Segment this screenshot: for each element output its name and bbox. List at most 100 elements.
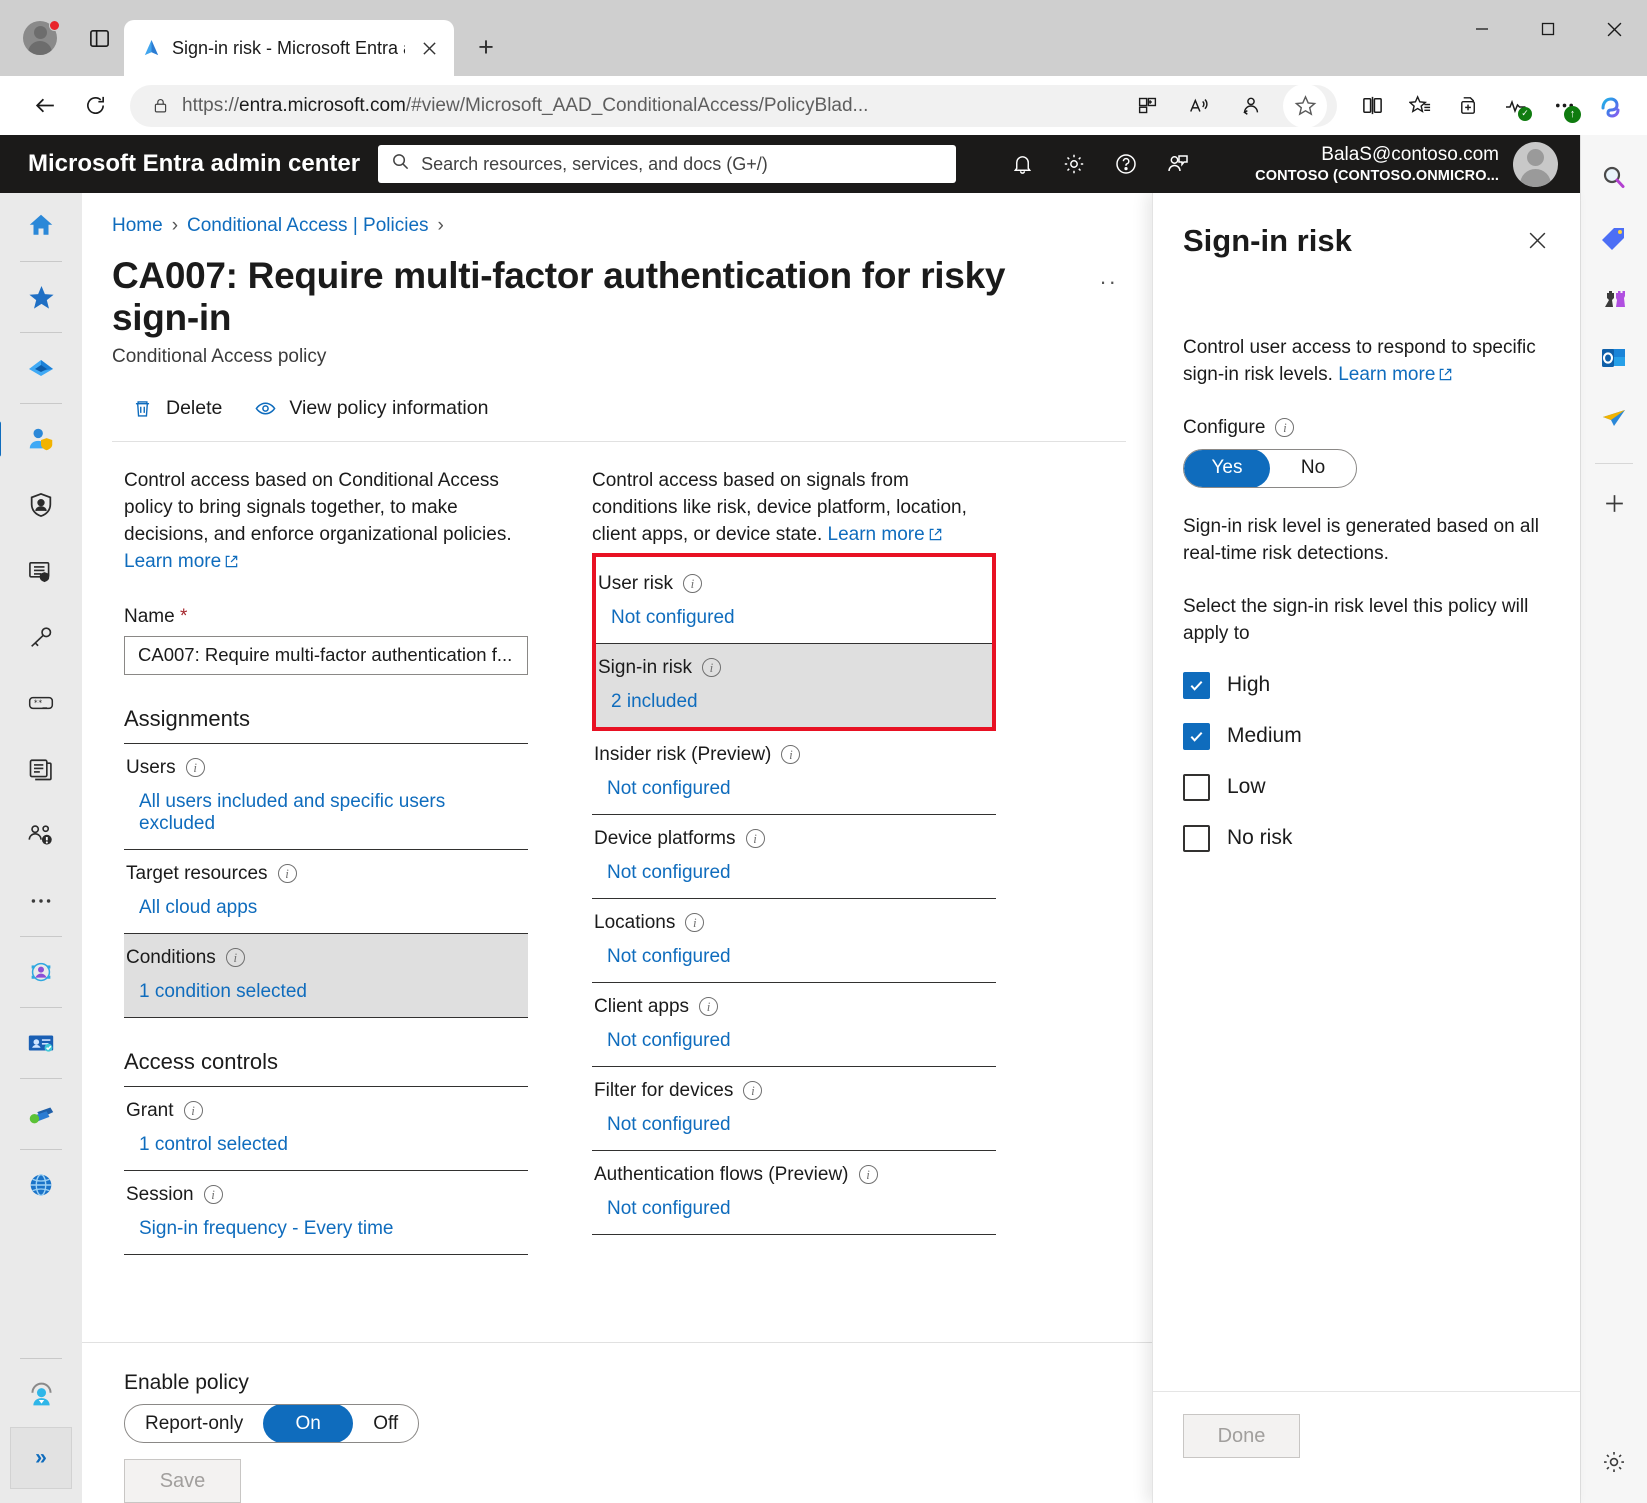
info-icon[interactable]: i	[683, 574, 702, 593]
split-window-icon[interactable]	[1349, 83, 1395, 129]
search-icon[interactable]	[1591, 155, 1637, 201]
locations-value[interactable]: Not configured	[607, 946, 994, 968]
info-icon[interactable]: i	[278, 864, 297, 883]
info-icon[interactable]: i	[1275, 418, 1294, 437]
profile-button[interactable]	[14, 12, 66, 64]
enable-policy-option-off[interactable]: Off	[353, 1404, 418, 1443]
info-icon[interactable]: i	[184, 1101, 203, 1120]
sidebar-item-favorites[interactable]	[14, 270, 68, 324]
profile-sync-icon[interactable]	[1231, 86, 1271, 126]
risk-level-option-no-risk[interactable]: No risk	[1183, 825, 1550, 852]
sidebar-item-identity[interactable]	[14, 412, 68, 466]
feedback-icon[interactable]	[1156, 142, 1200, 186]
authentication-flows-value[interactable]: Not configured	[607, 1198, 994, 1220]
learn-more-link[interactable]: Learn more	[1338, 364, 1435, 385]
save-button[interactable]: Save	[124, 1459, 241, 1503]
risk-level-option-medium[interactable]: Medium	[1183, 723, 1550, 750]
info-icon[interactable]: i	[186, 758, 205, 777]
client-apps-value[interactable]: Not configured	[607, 1030, 994, 1052]
sidebar-item-monitoring[interactable]	[14, 808, 68, 862]
delete-command[interactable]: Delete	[129, 395, 222, 421]
browser-tab[interactable]: Sign-in risk - Microsoft Entra adm	[124, 20, 454, 76]
sidebar-item-protection[interactable]	[14, 478, 68, 532]
help-question-icon[interactable]	[1104, 142, 1148, 186]
configure-toggle[interactable]: Yes No	[1183, 449, 1357, 488]
sidebar-item-learn-support[interactable]	[14, 1367, 68, 1421]
sidebar-settings-icon[interactable]	[1591, 1439, 1637, 1485]
info-icon[interactable]: i	[702, 658, 721, 677]
info-icon[interactable]: i	[743, 1081, 762, 1100]
condition-row-insider-risk[interactable]: Insider risk (Preview) i Not configured	[592, 731, 996, 814]
games-icon[interactable]	[1591, 275, 1637, 321]
breadcrumb-item-conditional-access[interactable]: Conditional Access | Policies	[187, 215, 429, 237]
settings-gear-icon[interactable]	[1052, 142, 1096, 186]
configure-option-no[interactable]: No	[1270, 449, 1356, 488]
sidebar-item-home[interactable]	[14, 199, 68, 253]
address-bar[interactable]: https://entra.microsoft.com/#view/Micros…	[130, 85, 1337, 127]
session-value[interactable]: Sign-in frequency - Every time	[139, 1218, 526, 1240]
access-control-row-session[interactable]: Session i Sign-in frequency - Every time	[124, 1171, 528, 1254]
back-icon[interactable]	[22, 83, 68, 129]
condition-row-device-platforms[interactable]: Device platforms i Not configured	[592, 815, 996, 898]
info-icon[interactable]: i	[781, 745, 800, 764]
learn-more-link[interactable]: Learn more	[828, 524, 925, 545]
new-tab-button[interactable]: +	[464, 25, 508, 69]
sidebar-item-global-secure-access[interactable]	[14, 1158, 68, 1212]
global-search-box[interactable]: Search resources, services, and docs (G+…	[378, 145, 956, 183]
favorite-star-icon[interactable]	[1283, 84, 1327, 128]
assignment-row-conditions[interactable]: Conditions i 1 condition selected	[124, 934, 528, 1017]
target-resources-value[interactable]: All cloud apps	[139, 897, 526, 919]
copilot-icon[interactable]	[1589, 83, 1635, 129]
policy-name-input[interactable]: CA007: Require multi-factor authenticati…	[124, 636, 528, 675]
info-icon[interactable]: i	[226, 948, 245, 967]
close-icon[interactable]	[1520, 223, 1554, 257]
sidebar-item-permissions[interactable]	[14, 610, 68, 664]
sidebar-item-show-more[interactable]	[14, 874, 68, 928]
sidebar-item-reports[interactable]	[14, 742, 68, 796]
condition-row-client-apps[interactable]: Client apps i Not configured	[592, 983, 996, 1066]
enable-policy-option-on[interactable]: On	[263, 1404, 353, 1443]
condition-row-filter-for-devices[interactable]: Filter for devices i Not configured	[592, 1067, 996, 1150]
sidebar-item-entra-id[interactable]	[14, 341, 68, 395]
risk-level-option-low[interactable]: Low	[1183, 774, 1550, 801]
insider-risk-value[interactable]: Not configured	[607, 778, 994, 800]
user-risk-value[interactable]: Not configured	[611, 607, 990, 629]
learn-more-link[interactable]: Learn more	[124, 551, 221, 572]
blade-more-icon[interactable]: ··	[1099, 255, 1126, 295]
device-platforms-value[interactable]: Not configured	[607, 862, 994, 884]
sidebar-item-passwords[interactable]: **_	[14, 676, 68, 730]
condition-row-user-risk[interactable]: User risk i Not configured	[596, 557, 992, 643]
favorites-list-icon[interactable]	[1397, 83, 1443, 129]
info-icon[interactable]: i	[204, 1185, 223, 1204]
condition-row-authentication-flows[interactable]: Authentication flows (Preview) i Not con…	[592, 1151, 996, 1234]
read-aloud-icon[interactable]	[1179, 86, 1219, 126]
info-icon[interactable]: i	[746, 829, 765, 848]
users-value[interactable]: All users included and specific users ex…	[139, 791, 526, 835]
done-button[interactable]: Done	[1183, 1414, 1300, 1458]
split-screen-icon[interactable]	[1127, 86, 1167, 126]
account-info[interactable]: BalaS@contoso.com CONTOSO (CONTOSO.ONMIC…	[1255, 142, 1568, 187]
view-policy-info-command[interactable]: View policy information	[252, 395, 488, 421]
close-button[interactable]	[1581, 0, 1647, 58]
sidebar-item-permissions-management[interactable]	[14, 1087, 68, 1141]
minimize-button[interactable]	[1449, 0, 1515, 58]
access-control-row-grant[interactable]: Grant i 1 control selected	[124, 1087, 528, 1170]
configure-option-yes[interactable]: Yes	[1184, 449, 1270, 488]
tab-actions-icon[interactable]	[80, 19, 118, 57]
assignment-row-target-resources[interactable]: Target resources i All cloud apps	[124, 850, 528, 933]
outlook-icon[interactable]	[1591, 335, 1637, 381]
filter-for-devices-value[interactable]: Not configured	[607, 1114, 994, 1136]
info-icon[interactable]: i	[685, 913, 704, 932]
checkbox-medium[interactable]	[1183, 723, 1210, 750]
refresh-icon[interactable]	[72, 83, 118, 129]
breadcrumb-item-home[interactable]: Home	[112, 215, 163, 237]
grant-value[interactable]: 1 control selected	[139, 1134, 526, 1156]
enable-policy-toggle[interactable]: Report-only On Off	[124, 1404, 419, 1443]
telegram-send-icon[interactable]	[1591, 395, 1637, 441]
settings-more-icon[interactable]: ↑	[1541, 83, 1587, 129]
checkbox-no-risk[interactable]	[1183, 825, 1210, 852]
sidebar-item-verified-id[interactable]	[14, 1016, 68, 1070]
info-icon[interactable]: i	[859, 1165, 878, 1184]
shopping-tag-icon[interactable]	[1591, 215, 1637, 261]
assignment-row-users[interactable]: Users i All users included and specific …	[124, 744, 528, 849]
